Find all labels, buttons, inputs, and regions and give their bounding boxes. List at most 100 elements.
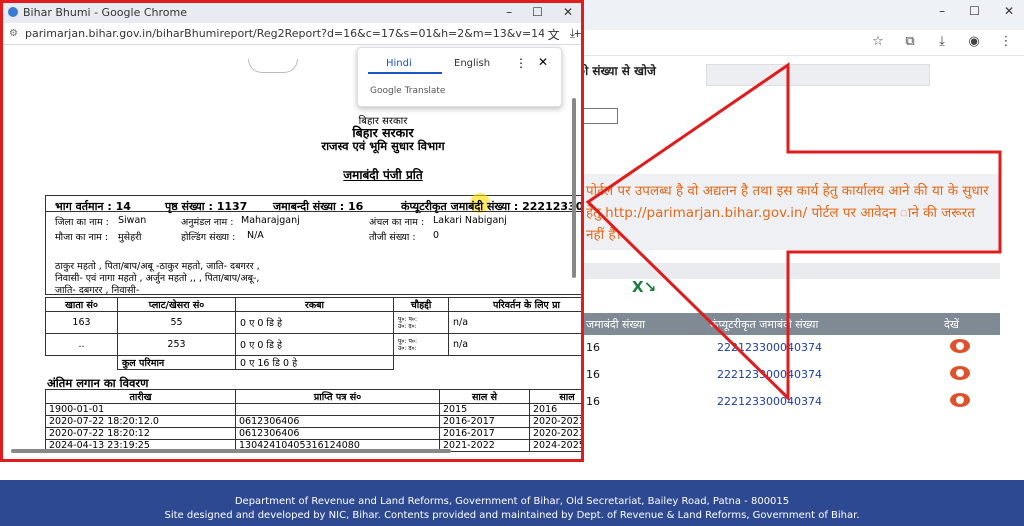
more-options-icon[interactable]: ⋮	[515, 56, 527, 70]
circle-label: अंचल का नाम :	[369, 217, 425, 228]
table-row: 2020-07-22 18:20:12.0 0612306406 2016-20…	[45, 415, 581, 428]
cell-empty	[449, 356, 582, 370]
popup-maximize-icon[interactable]: ☐	[532, 5, 543, 19]
subdiv-value: Maharajganj	[241, 215, 300, 226]
table-row: .. 253 0 ए 0 डि हे पू०: प०: उ०: द०: n/a	[45, 333, 581, 356]
view-eye-icon[interactable]	[950, 339, 970, 353]
search-input[interactable]	[706, 64, 930, 86]
download-icon[interactable]: ⤓	[934, 34, 950, 49]
bihar-bhumi-logo-icon	[8, 7, 18, 17]
profile-icon[interactable]: ◉	[966, 34, 982, 49]
results-row: 16 222123300040374	[580, 389, 1000, 415]
popup-window: Bihar Bhumi - Google Chrome – ☐ ✕ ⚙ pari…	[0, 0, 584, 462]
land-table: खाता सं० प्लाट/खेसरा सं० रकबा चौहद्दी पर…	[45, 297, 582, 370]
cell-chauhaddi: पू०: प०: उ०: द०:	[393, 311, 449, 334]
popup-titlebar: Bihar Bhumi - Google Chrome – ☐ ✕	[3, 3, 581, 23]
chauhaddi-line: उ०: द०:	[398, 322, 417, 330]
col-date: तारीख	[45, 389, 236, 404]
col-plot: प्लाट/खेसरा सं०	[117, 297, 236, 312]
results-row: 16 222123300040374	[580, 362, 1000, 388]
table-row: 2020-07-22 18:20:12 0612306406 2016-2017…	[45, 427, 581, 440]
doc-line-3: राजस्व एवं भूमि सुधार विभाग	[321, 139, 445, 153]
maximize-icon[interactable]: ☐	[969, 4, 980, 18]
cell-date: 1900-01-01	[45, 403, 236, 416]
popup-close-icon[interactable]: ✕	[563, 5, 573, 19]
result-computerised-link[interactable]: 222123300040374	[717, 395, 822, 408]
cell-year-from: 2015	[439, 403, 530, 416]
excel-export-icon[interactable]: X↘	[632, 278, 656, 300]
cell-plot: 55	[117, 311, 236, 334]
cell-date: 2020-07-22 18:20:12	[45, 427, 236, 440]
district-label: जिला का नाम :	[55, 217, 109, 228]
popup-url[interactable]: parimarjan.bihar.gov.in/biharBhumireport…	[25, 27, 581, 40]
menu-icon[interactable]: ⋮	[998, 34, 1014, 49]
cell-total-area: 0 ए 16 डि 0 हे	[235, 355, 394, 370]
lagan-table: तारीख प्राप्ति पत्र सं० साल से साल 1900-…	[45, 389, 581, 452]
translate-popup: Hindi English ⋮ ✕ Google Translate	[357, 47, 562, 107]
view-eye-icon[interactable]	[950, 393, 970, 407]
col-year-to: साल	[529, 389, 581, 404]
owner-line-3: जाति- दबगरर , निवासी-	[55, 285, 140, 296]
translate-icon[interactable]: 文	[548, 26, 560, 43]
results-header-view: देखें	[944, 318, 959, 331]
notice-text: पोर्टल पर उपलब्ध है वो अद्यतन है तथा इस …	[586, 183, 989, 243]
cell-year-to: 2024-2025	[529, 439, 581, 452]
cell-khata: ..	[45, 333, 118, 356]
close-icon[interactable]: ✕	[1004, 4, 1014, 18]
cell-total-label: कुल परिमान	[117, 355, 236, 370]
popup-download-icon[interactable]: ⤓	[570, 26, 575, 43]
result-computerised-link[interactable]: 222123300040374	[717, 341, 822, 354]
vertical-scrollbar[interactable]	[572, 98, 576, 278]
main-toolbar-icons: ☆ ⧉ ⤓ ◉ ⋮	[870, 34, 1014, 49]
holding-value: N/A	[247, 230, 264, 241]
cell-empty	[46, 356, 118, 370]
subdiv-label: अनुमंडल नाम :	[181, 217, 234, 228]
col-chauhaddi: चौहद्दी	[393, 297, 449, 312]
result-jamabandi: 16	[586, 341, 600, 354]
results-header-computerised: कंप्यूटरीकृत जमाबंदी संख्या	[710, 318, 819, 331]
cell-year-to: 2016	[529, 403, 581, 416]
site-info-icon[interactable]: ⚙	[9, 28, 18, 39]
minimize-icon[interactable]: –	[939, 4, 945, 18]
translate-tab-english[interactable]: English	[454, 58, 490, 69]
cell-year-from: 2016-2017	[439, 415, 530, 428]
cell-area: 0 ए 0 डि हे	[235, 333, 394, 356]
cell-year-from: 2016-2017	[439, 427, 530, 440]
results-row: 16 222123300040374	[580, 335, 1000, 361]
cell-area: 0 ए 0 डि हे	[235, 311, 394, 334]
cell-plot: 253	[117, 333, 236, 356]
translate-tab-indicator	[368, 72, 442, 74]
lagan-table-header: तारीख प्राप्ति पत्र सं० साल से साल	[45, 389, 581, 404]
small-input[interactable]	[580, 108, 618, 124]
chauhaddi-line: पू०: प०:	[398, 315, 418, 323]
cell-year-to: 2020-2021	[529, 415, 581, 428]
cell-empty	[394, 356, 449, 370]
cell-receipt: 0612306406	[235, 415, 440, 428]
col-area: रकबा	[235, 297, 394, 312]
col-khata: खाता सं०	[45, 297, 118, 312]
cell-year-to: 2020-2021	[529, 427, 581, 440]
extensions-icon[interactable]: ⧉	[902, 34, 918, 49]
cell-date: 2020-07-22 18:20:12.0	[45, 415, 236, 428]
table-row-total: कुल परिमान 0 ए 16 डि 0 हे	[46, 355, 582, 370]
footer-line-2: Site designed and developed by NIC, Biha…	[164, 510, 860, 521]
cell-year-from: 2021-2022	[439, 439, 530, 452]
chauhaddi-line: पू०: प०:	[398, 337, 418, 345]
view-eye-icon[interactable]	[950, 366, 970, 380]
translate-close-icon[interactable]: ✕	[538, 55, 548, 69]
table-row: 163 55 0 ए 0 डि हे पू०: प०: उ०: द०: n/a	[45, 311, 581, 334]
popup-minimize-icon[interactable]: –	[506, 5, 512, 19]
cell-chauhaddi: पू०: प०: उ०: द०:	[393, 333, 449, 356]
translate-tab-hindi[interactable]: Hindi	[386, 58, 412, 69]
chauhaddi-line: उ०: द०:	[398, 344, 417, 352]
result-computerised-link[interactable]: 222123300040374	[717, 368, 822, 381]
address-bar-tools: 文 ⤓	[543, 26, 575, 43]
result-jamabandi: 16	[586, 368, 600, 381]
site-footer: Department of Revenue and Land Reforms, …	[0, 480, 1024, 526]
col-year-from: साल से	[439, 389, 530, 404]
bookmark-star-icon[interactable]: ☆	[870, 34, 886, 49]
popup-address-bar[interactable]: ⚙ parimarjan.bihar.gov.in/biharBhumirepo…	[3, 23, 581, 45]
horizontal-scrollbar[interactable]	[11, 449, 451, 453]
tauji-value: 0	[433, 230, 440, 241]
results-header: जमाबंदी संख्या कंप्यूटरीकृत जमाबंदी संख्…	[580, 313, 1000, 335]
